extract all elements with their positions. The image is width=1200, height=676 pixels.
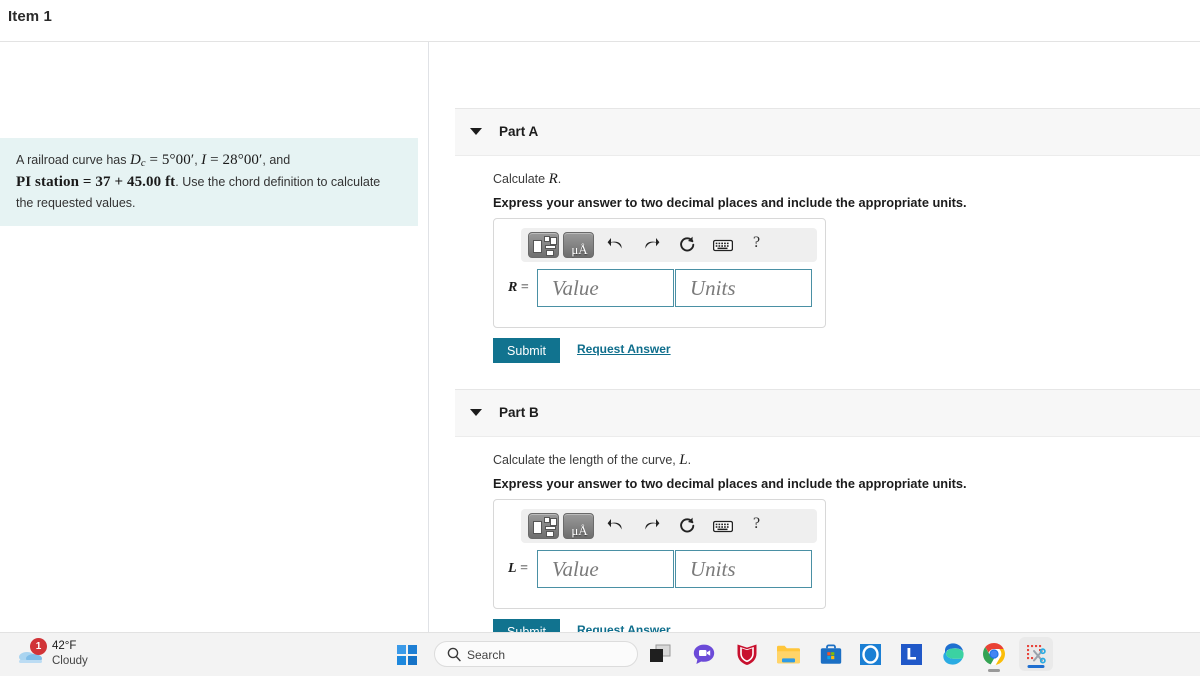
part-b-prompt: Calculate the length of the curve, L.	[493, 452, 692, 468]
weather-temperature: 42°F	[52, 640, 77, 652]
part-b-answer-box: μÅ ? L = Value Units	[493, 499, 826, 609]
weather-condition: Cloudy	[52, 655, 88, 667]
part-a-units-input[interactable]	[675, 269, 812, 307]
chrome-active-indicator	[988, 669, 1000, 672]
part-a-equation-label: R =	[508, 280, 529, 295]
part-b-instruction: Express your answer to two decimal place…	[493, 476, 967, 491]
snipping-tool-icon[interactable]	[1019, 637, 1053, 671]
part-b-equation-row: L =	[494, 550, 827, 590]
units-button-label: μÅ	[571, 523, 588, 538]
problem-i-value: = 28°00′	[206, 152, 263, 168]
part-a-prompt-symbol: R	[548, 171, 558, 187]
task-view-icon[interactable]	[647, 641, 673, 667]
part-a-value-input[interactable]	[537, 269, 674, 307]
redo-arrow-icon[interactable]	[639, 514, 663, 538]
redo-arrow-icon[interactable]	[639, 233, 663, 257]
problem-and-text: , and	[262, 153, 291, 167]
part-b-label: Part B	[499, 405, 539, 420]
undo-arrow-icon[interactable]	[603, 514, 627, 538]
microsoft-edge-icon[interactable]	[940, 641, 966, 667]
units-button-label: μÅ	[571, 242, 588, 257]
page-title: Item 1	[8, 8, 52, 25]
template-icon[interactable]	[528, 232, 559, 258]
part-b-request-answer-link[interactable]: Request Answer	[577, 623, 671, 632]
chevron-down-icon[interactable]	[470, 128, 482, 135]
microsoft-store-icon[interactable]	[818, 641, 844, 667]
problem-pane: A railroad curve has Dc = 5°00′, I = 28°…	[0, 42, 428, 632]
part-a-header[interactable]: Part A	[455, 108, 1200, 156]
part-b-value-input[interactable]	[537, 550, 674, 588]
part-a-answer-box: μÅ ? R = Value Units	[493, 218, 826, 328]
snipping-tool-active-indicator	[1027, 665, 1045, 668]
reset-circular-arrow-icon[interactable]	[675, 514, 699, 538]
part-a-request-answer-link[interactable]: Request Answer	[577, 342, 671, 356]
problem-pi-station: PI station = 37 + 45.00 ft	[16, 173, 176, 190]
help-question-mark-icon[interactable]: ?	[753, 515, 760, 533]
part-a-label: Part A	[499, 124, 539, 139]
mcafee-shield-icon[interactable]	[734, 641, 760, 667]
answer-pane: Part A Calculate R. Express your answer …	[429, 42, 1200, 632]
part-b-submit-button[interactable]: Submit	[493, 619, 560, 632]
problem-line3: the requested values.	[16, 195, 136, 210]
windows-start-icon[interactable]	[397, 645, 417, 665]
part-b-units-input[interactable]	[675, 550, 812, 588]
keyboard-icon[interactable]	[711, 514, 735, 538]
units-mu-angstrom-icon[interactable]: μÅ	[563, 513, 594, 539]
help-question-mark-icon[interactable]: ?	[753, 234, 760, 252]
problem-dc-symbol: Dc = 5°00′	[129, 152, 195, 169]
search-icon	[447, 647, 461, 662]
outlook-icon[interactable]	[857, 641, 883, 667]
undo-arrow-icon[interactable]	[603, 233, 627, 257]
weather-notification-badge: 1	[30, 638, 47, 655]
content-area: A railroad curve has Dc = 5°00′, I = 28°…	[0, 42, 1200, 632]
chat-teams-icon[interactable]	[691, 641, 717, 667]
reset-circular-arrow-icon[interactable]	[675, 233, 699, 257]
google-chrome-icon[interactable]	[981, 641, 1007, 672]
weather-widget[interactable]: 1 42°F Cloudy	[12, 638, 162, 672]
chevron-down-icon[interactable]	[470, 409, 482, 416]
keyboard-icon[interactable]	[711, 233, 735, 257]
taskbar-search-input[interactable]: Search	[434, 641, 638, 667]
part-a-submit-button[interactable]: Submit	[493, 338, 560, 363]
search-placeholder-text: Search	[467, 648, 506, 662]
top-bar: Item 1	[0, 0, 1200, 42]
template-icon[interactable]	[528, 513, 559, 539]
problem-statement-box: A railroad curve has Dc = 5°00′, I = 28°…	[0, 138, 418, 226]
part-b-header[interactable]: Part B	[455, 389, 1200, 437]
part-b-equation-label: L =	[508, 561, 528, 576]
linkedin-icon[interactable]	[898, 641, 924, 667]
part-a-math-toolbar: μÅ ?	[521, 228, 817, 262]
part-a-equation-row: R =	[494, 269, 827, 309]
part-a-prompt: Calculate R.	[493, 171, 562, 187]
units-mu-angstrom-icon[interactable]: μÅ	[563, 232, 594, 258]
part-b-math-toolbar: μÅ ?	[521, 509, 817, 543]
problem-line2-tail: . Use the chord definition to calculate	[175, 174, 381, 189]
problem-line1-prefix: A railroad curve has	[16, 153, 130, 167]
part-b-prompt-symbol: L	[679, 452, 688, 468]
problem-statement-text: A railroad curve has Dc = 5°00′, I = 28°…	[16, 150, 404, 212]
file-explorer-icon[interactable]	[775, 641, 801, 667]
part-a-instruction: Express your answer to two decimal place…	[493, 195, 967, 210]
mastering-engineering-page: Item 1 A railroad curve has Dc = 5°00′, …	[0, 0, 1200, 676]
